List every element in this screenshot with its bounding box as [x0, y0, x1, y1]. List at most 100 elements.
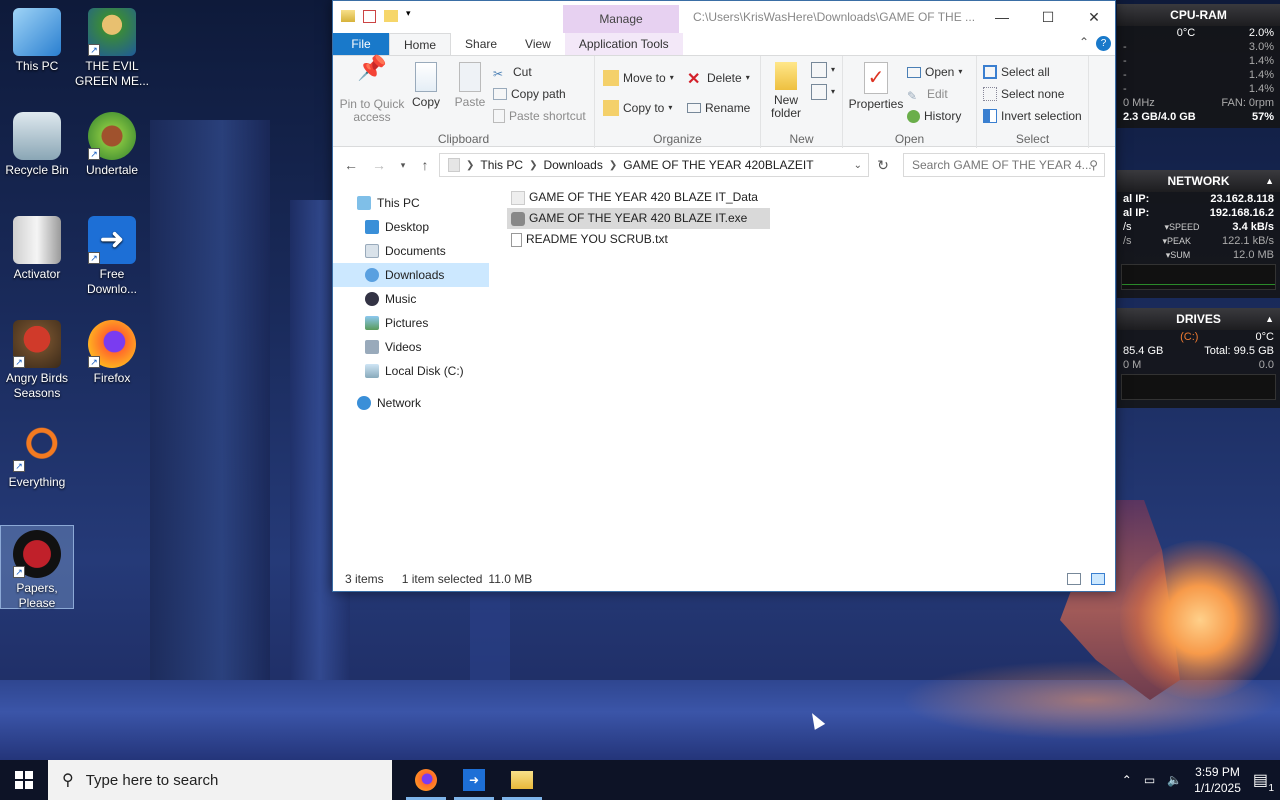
desktop-icon-free-download[interactable]: ➜ ↗ Free Downlo...	[75, 212, 149, 297]
edit-button[interactable]: ✎ Edit	[907, 84, 948, 104]
minimize-button[interactable]: —	[979, 1, 1025, 33]
pictures-icon	[365, 316, 379, 330]
list-item[interactable]: GAME OF THE YEAR 420 BLAZE IT_Data	[507, 187, 770, 208]
tab-view[interactable]: View	[511, 33, 565, 55]
cut-button[interactable]: ✂ Cut	[493, 62, 532, 82]
tab-share[interactable]: Share	[451, 33, 511, 55]
file-explorer-icon	[511, 771, 533, 789]
search-input[interactable]: Search GAME OF THE YEAR 4...	[912, 158, 1092, 172]
copy-path-button[interactable]: Copy path	[493, 84, 566, 104]
list-item[interactable]: README YOU SCRUB.txt	[507, 229, 770, 250]
collapse-ribbon-icon[interactable]: ⌃	[1079, 35, 1089, 49]
refresh-button[interactable]: ↻	[873, 155, 893, 175]
taskbar-file-explorer[interactable]	[498, 760, 546, 800]
new-folder-quick-icon[interactable]	[384, 10, 398, 22]
sum-label: SUM	[1170, 250, 1191, 260]
address-bar[interactable]: ❯ This PC ❯ Downloads ❯ GAME OF THE YEAR…	[439, 153, 869, 177]
paste-button[interactable]: Paste	[449, 62, 491, 109]
properties-button[interactable]: ✓ Properties	[847, 62, 905, 111]
help-icon[interactable]: ?	[1096, 36, 1111, 51]
notifications-icon[interactable]: ▤ 1	[1253, 770, 1274, 794]
drive-letter: (C:)	[1180, 331, 1199, 343]
quick-access-dropdown-icon[interactable]: ▾	[406, 8, 414, 24]
tab-home[interactable]: Home	[389, 33, 452, 55]
chevron-up-icon[interactable]: ⌃	[1122, 773, 1132, 787]
nav-item-music[interactable]: Music	[333, 287, 489, 311]
collapse-icon[interactable]: ▲	[1265, 170, 1274, 192]
breadcrumb-current-folder[interactable]: GAME OF THE YEAR 420BLAZEIT	[623, 158, 813, 172]
nav-item-network[interactable]: Network	[333, 391, 489, 415]
core-usage: 1.4%	[1248, 69, 1274, 81]
nav-item-pictures[interactable]: Pictures	[333, 311, 489, 335]
move-to-label: Move to	[623, 71, 666, 85]
select-none-button[interactable]: Select none	[983, 84, 1064, 104]
taskbar-search[interactable]: ⚲ Type here to search	[48, 760, 392, 800]
back-button[interactable]: ←	[341, 155, 361, 175]
nav-item-this-pc[interactable]: This PC	[333, 191, 489, 215]
edit-label: Edit	[927, 87, 948, 101]
open-button[interactable]: Open ▾	[907, 62, 962, 82]
tab-file[interactable]: File	[333, 33, 389, 55]
details-view-icon[interactable]	[1067, 573, 1081, 585]
nav-item-local-disk[interactable]: Local Disk (C:)	[333, 359, 489, 383]
new-folder-button[interactable]: New folder	[765, 62, 807, 120]
move-to-button[interactable]: Move to ▾	[603, 68, 674, 88]
taskbar-search-input[interactable]: Type here to search	[86, 772, 219, 789]
pin-quick-access-button[interactable]: 📌 Pin to Quick access	[339, 57, 405, 124]
select-all-button[interactable]: Select all	[983, 62, 1050, 82]
manage-context-tab[interactable]: Manage	[563, 5, 679, 33]
up-button[interactable]: ↑	[415, 155, 435, 175]
nav-item-desktop[interactable]: Desktop	[333, 215, 489, 239]
desktop-icon-undertale[interactable]: ↗ Undertale	[75, 108, 149, 178]
address-bar-row: ← → ▾ ↑ ❯ This PC ❯ Downloads ❯ GAME OF …	[333, 151, 1115, 179]
properties-quick-icon[interactable]	[363, 9, 376, 23]
copy-to-button[interactable]: Copy to ▾	[603, 98, 672, 118]
internal-ip-label: al IP:	[1123, 207, 1150, 219]
start-button[interactable]	[0, 760, 48, 800]
rename-button[interactable]: Rename	[687, 98, 750, 118]
firefox-icon: ↗	[88, 320, 136, 368]
delete-button[interactable]: ✕ Delete ▾	[687, 68, 750, 88]
recent-locations-icon[interactable]: ▾	[393, 155, 413, 175]
desktop-icon-activator[interactable]: Activator	[0, 212, 74, 282]
organize-group-label: Organize	[653, 132, 702, 146]
maximize-button[interactable]: ☐	[1025, 1, 1071, 33]
taskbar-download-manager[interactable]: ➜	[450, 760, 498, 800]
network-status-icon[interactable]: ▭	[1144, 773, 1155, 787]
breadcrumb-downloads[interactable]: Downloads	[543, 158, 602, 172]
large-icons-view-icon[interactable]	[1091, 573, 1105, 585]
desktop-icon-angry-birds[interactable]: ↗ Angry Birds Seasons	[0, 316, 74, 401]
address-dropdown-icon[interactable]: ⌄	[854, 160, 862, 171]
breadcrumb-this-pc[interactable]: This PC	[480, 158, 523, 172]
close-button[interactable]: ✕	[1071, 1, 1117, 33]
scissors-icon: ✂	[493, 67, 504, 81]
list-item[interactable]: GAME OF THE YEAR 420 BLAZE IT.exe	[507, 208, 770, 229]
nav-item-documents[interactable]: Documents	[333, 239, 489, 263]
papers-please-icon: ↗	[13, 530, 61, 578]
history-button[interactable]: History	[907, 106, 961, 126]
taskbar-firefox[interactable]	[402, 760, 450, 800]
forward-button[interactable]: →	[369, 155, 389, 175]
desktop-icon-firefox[interactable]: ↗ Firefox	[75, 316, 149, 386]
invert-selection-button[interactable]: Invert selection	[983, 106, 1082, 126]
copy-path-icon	[493, 88, 507, 100]
system-tray: ⌃ ▭ 🔈 3:59 PM 1/1/2025 ▤ 1	[1122, 760, 1280, 800]
volume-muted-icon[interactable]: 🔈	[1167, 773, 1182, 787]
desktop-icon-recycle-bin[interactable]: Recycle Bin	[0, 108, 74, 178]
clock[interactable]: 3:59 PM 1/1/2025	[1194, 764, 1241, 796]
desktop-icon-this-pc[interactable]: This PC	[0, 4, 74, 74]
easy-access-button[interactable]: ▾	[811, 82, 835, 102]
search-box[interactable]: Search GAME OF THE YEAR 4... ⚲	[903, 153, 1105, 177]
paste-shortcut-button[interactable]: Paste shortcut	[493, 106, 586, 126]
collapse-icon[interactable]: ▲	[1265, 308, 1274, 330]
nav-item-videos[interactable]: Videos	[333, 335, 489, 359]
title-bar[interactable]: ▾ Manage C:\Users\KrisWasHere\Downloads\…	[333, 1, 1115, 33]
desktop-icon-papers-please[interactable]: ↗ Papers, Please	[0, 525, 74, 610]
desktop-icon-everything[interactable]: ↗ Everything	[0, 420, 74, 490]
nav-item-downloads[interactable]: Downloads	[333, 263, 489, 287]
copy-button[interactable]: Copy	[405, 62, 447, 109]
tab-application-tools[interactable]: Application Tools	[564, 33, 683, 55]
new-item-button[interactable]: ▾	[811, 60, 835, 80]
desktop-icon-evil-green[interactable]: ↗ THE EVIL GREEN ME...	[75, 4, 149, 89]
folder-icon	[341, 10, 355, 22]
